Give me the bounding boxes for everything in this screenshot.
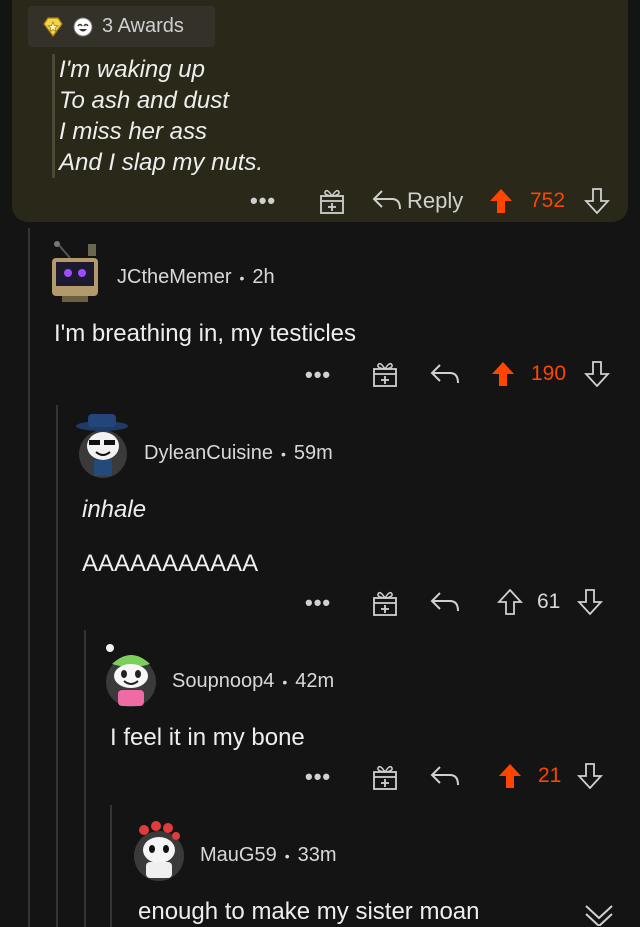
reply-button[interactable]: Reply	[407, 188, 463, 214]
more-options-button[interactable]: •••	[305, 362, 331, 388]
parent-comment-text: I'm waking up To ash and dust I miss her…	[52, 54, 263, 178]
separator-dot: •	[282, 673, 288, 690]
more-options-button[interactable]: •••	[305, 590, 331, 616]
awards-count: 3 Awards	[102, 15, 184, 37]
thread-line[interactable]	[56, 405, 58, 927]
upvote-arrow-icon[interactable]	[497, 589, 523, 615]
more-options-button[interactable]: •••	[305, 764, 331, 790]
collapse-chevron-icon[interactable]	[584, 902, 614, 926]
comment-header: Soupnoop4 • 42m	[172, 670, 334, 693]
separator-dot: •	[284, 847, 290, 864]
gift-award-icon[interactable]	[372, 763, 398, 791]
comment-header: DyleanCuisine • 59m	[144, 442, 333, 465]
vote-score: 21	[538, 764, 562, 787]
user-avatar[interactable]	[100, 642, 160, 710]
downvote-arrow-icon[interactable]	[584, 361, 610, 387]
user-avatar[interactable]	[128, 816, 188, 884]
comment-header: JCtheMemer • 2h	[117, 266, 275, 289]
awards-badge[interactable]: 3 Awards	[28, 6, 215, 47]
thread-line[interactable]	[28, 228, 30, 927]
separator-dot: •	[239, 269, 245, 286]
parent-action-row: •••	[250, 188, 276, 214]
downvote-arrow-icon[interactable]	[584, 188, 610, 214]
username[interactable]: JCtheMemer	[117, 266, 231, 289]
comment-text: enough to make my sister moan	[138, 898, 480, 925]
upvote-arrow-icon[interactable]	[488, 188, 514, 214]
reply-icon[interactable]	[430, 591, 460, 613]
username[interactable]: DyleanCuisine	[144, 442, 273, 465]
username[interactable]: Soupnoop4	[172, 670, 274, 693]
comment-text: AAAAAAAAAAA	[82, 550, 259, 577]
gift-award-icon[interactable]	[319, 187, 345, 215]
username[interactable]: MauG59	[200, 844, 277, 867]
comment-header: MauG59 • 33m	[200, 844, 337, 867]
gift-award-icon[interactable]	[372, 360, 398, 388]
downvote-arrow-icon[interactable]	[577, 763, 603, 789]
comment-text: I'm breathing in, my testicles	[54, 320, 357, 347]
upvote-arrow-icon[interactable]	[497, 763, 523, 789]
downvote-arrow-icon[interactable]	[577, 589, 603, 615]
comment-time: 2h	[252, 266, 275, 288]
upvote-arrow-icon[interactable]	[490, 361, 516, 387]
thread-line[interactable]	[84, 630, 86, 927]
reply-icon[interactable]	[430, 765, 460, 787]
poem-line: I'm waking up	[59, 56, 205, 83]
thread-line[interactable]	[110, 805, 112, 927]
comment-text: I feel it in my bone	[110, 724, 305, 751]
vote-score: 61	[537, 590, 561, 613]
comment-time: 42m	[295, 670, 335, 692]
user-avatar[interactable]	[48, 240, 102, 304]
vote-score: 752	[530, 189, 566, 212]
laughing-award-icon	[73, 17, 93, 36]
gift-award-icon[interactable]	[372, 589, 398, 617]
comment-text: inhale	[82, 496, 147, 523]
more-options-button[interactable]: •••	[250, 188, 276, 214]
separator-dot: •	[280, 445, 286, 462]
poem-line: I miss her ass	[59, 118, 208, 145]
reply-icon[interactable]	[430, 363, 460, 385]
comment-time: 59m	[293, 442, 333, 464]
poem-line: To ash and dust	[59, 87, 229, 114]
poem-line: And I slap my nuts.	[59, 149, 264, 176]
vote-score: 190	[531, 362, 567, 385]
star-award-icon	[43, 16, 63, 37]
user-avatar[interactable]	[72, 412, 132, 482]
comment-time: 33m	[297, 844, 337, 866]
reply-icon[interactable]	[372, 189, 402, 211]
